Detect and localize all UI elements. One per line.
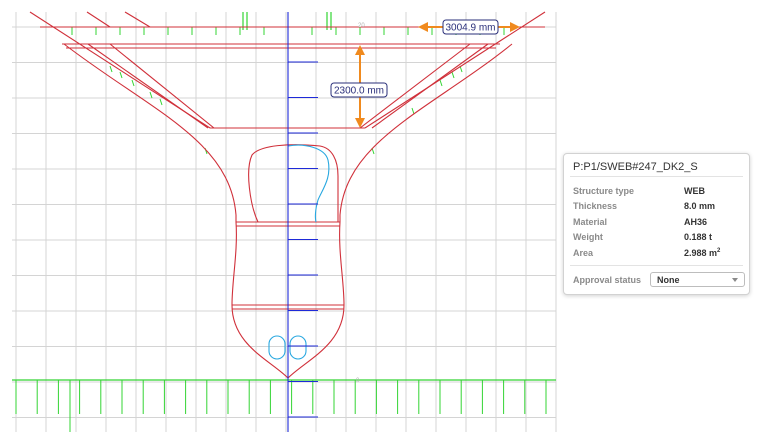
property-value: 0.188 t [684, 232, 713, 243]
property-row-structure-type: Structure type WEB [573, 183, 749, 199]
property-label: Material [573, 216, 608, 227]
panel-title: P:P1/SWEB#247_DK2_S [573, 161, 698, 173]
property-label: Structure type [573, 185, 635, 196]
stiffener-diagonal-tick [159, 98, 163, 106]
property-table: Structure type WEB Thickness 8.0 mm Mate… [564, 177, 749, 261]
dimension-label-width[interactable]: 3004.9 mm [442, 19, 499, 35]
property-value: AH36 [684, 216, 708, 227]
panel-divider-2 [570, 265, 743, 266]
top-width-dimension-text: 3004.9 mm [445, 23, 495, 34]
dimension-markers [355, 22, 520, 128]
dimension-label-height[interactable]: 2300.0 mm [330, 82, 388, 98]
stiffener-diagonal-tick [109, 65, 113, 73]
property-row-material: Material AH36 [573, 214, 749, 230]
area-unit-superscript: 2 [717, 247, 721, 254]
stiffener-diagonal-tick [149, 91, 153, 99]
properties-panel: P:P1/SWEB#247_DK2_S Structure type WEB T… [563, 153, 750, 295]
cutout-highlights[interactable] [268, 144, 330, 360]
stiffener-diagonal-tick [131, 79, 135, 87]
stiffener-diagonal-tick [439, 79, 443, 87]
property-label: Area [573, 247, 594, 258]
height-dimension-text: 2300.0 mm [334, 86, 384, 97]
approval-status-label: Approval status [573, 274, 642, 285]
property-value: 8.0 mm [684, 201, 716, 212]
property-value: WEB [684, 185, 705, 196]
stiffener-diagonal-tick [119, 71, 123, 79]
approval-status-select[interactable]: None [650, 272, 745, 287]
property-label: Thickness [573, 201, 618, 212]
chevron-down-icon [732, 277, 738, 282]
grid-label-top: 20 [358, 23, 365, 29]
approval-status-value: None [657, 274, 680, 285]
approval-status-row: Approval status None [573, 272, 745, 287]
property-row-weight: Weight 0.188 t [573, 230, 749, 246]
grid-label-bottom: 0 [356, 378, 360, 384]
property-value: 2.988 m2 [684, 248, 720, 258]
property-row-area: Area 2.988 m2 [573, 245, 749, 261]
stiffener-diagonal-tick [411, 107, 415, 115]
centerline-ticks [288, 61, 318, 418]
property-row-thickness: Thickness 8.0 mm [573, 199, 749, 215]
property-label: Weight [573, 232, 603, 243]
stiffener-diagonal-tick [451, 71, 455, 79]
area-value: 2.988 m [684, 247, 718, 258]
